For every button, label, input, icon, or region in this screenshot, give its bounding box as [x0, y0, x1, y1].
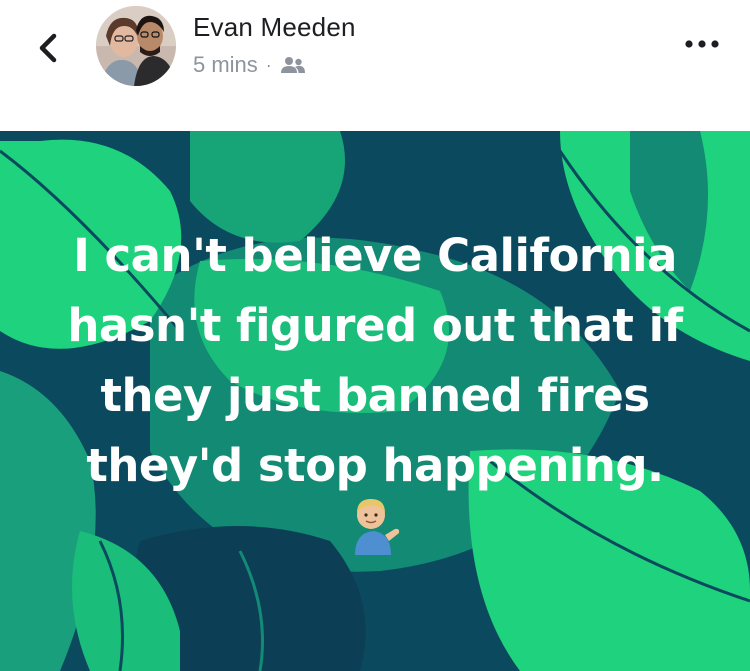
avatar[interactable] [96, 6, 176, 86]
avatar-photo [96, 6, 176, 86]
more-options-icon [685, 40, 719, 48]
post-timestamp[interactable]: 5 mins [193, 52, 258, 78]
chevron-left-icon [39, 33, 57, 63]
post-body-line: they just banned fires [100, 369, 650, 422]
post-body-line: hasn't figured out that if [67, 299, 683, 352]
post-background: I can't believe California hasn't figure… [0, 131, 750, 671]
author-name[interactable]: Evan Meeden [193, 12, 356, 43]
more-options-button[interactable] [682, 34, 722, 54]
person-tipping-hand-emoji [355, 499, 400, 555]
back-button[interactable] [30, 28, 70, 68]
post-body-text: I can't believe California hasn't figure… [40, 221, 710, 501]
post-meta: 5 mins · [193, 52, 306, 78]
post-view: Evan Meeden 5 mins · I can't believe Cal… [0, 0, 750, 671]
post-header: Evan Meeden 5 mins · [0, 0, 750, 131]
friends-icon[interactable] [280, 55, 306, 75]
post-body-line: they'd stop happening. [86, 439, 664, 492]
post-body-line: I can't believe California [73, 229, 677, 282]
meta-separator: · [265, 54, 272, 75]
